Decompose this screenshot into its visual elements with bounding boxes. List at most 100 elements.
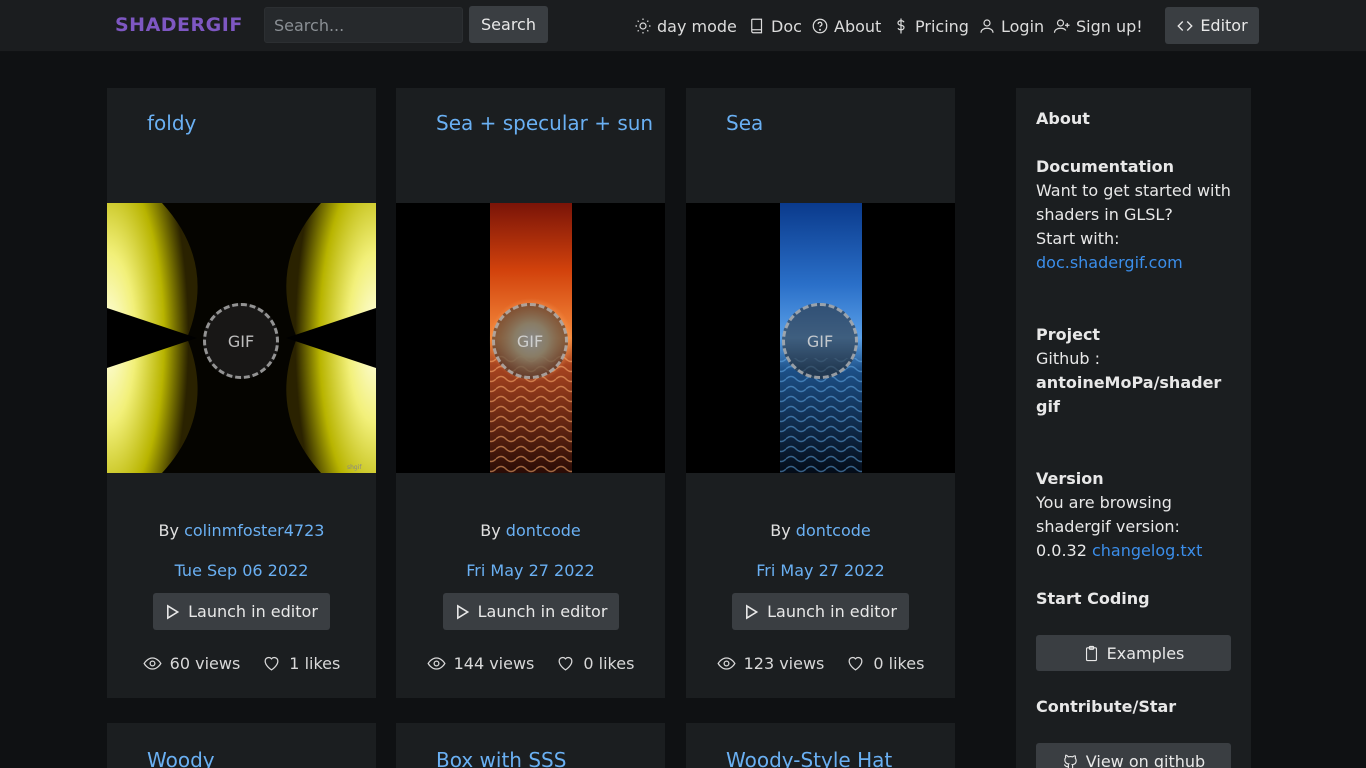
shader-preview-image[interactable]: shgif GIF <box>107 203 376 473</box>
sun-icon <box>635 18 651 34</box>
view-on-github-button[interactable]: View on github <box>1036 743 1231 768</box>
search-input[interactable] <box>264 7 463 43</box>
search-button[interactable]: Search <box>469 6 548 43</box>
by-prefix: By <box>158 521 179 540</box>
examples-button[interactable]: Examples <box>1036 635 1231 671</box>
nav-doc-link[interactable]: Doc <box>748 16 802 36</box>
dollar-icon <box>897 18 905 34</box>
likes-count: 1 likes <box>289 654 341 673</box>
shader-title-link[interactable]: Box with SSS <box>436 748 566 768</box>
heart-icon[interactable] <box>262 654 281 673</box>
nav-about-link[interactable]: About <box>811 16 881 36</box>
shader-card: Woody-Style Hat <box>686 723 955 768</box>
shader-title-link[interactable]: Sea + specular + sun <box>436 111 653 135</box>
repo-name-line: gif <box>1036 397 1060 416</box>
shader-title-link[interactable]: Woody <box>147 748 215 768</box>
version-line: 0.0.32 changelog.txt <box>1036 539 1202 563</box>
shader-title-link[interactable]: Woody-Style Hat <box>726 748 892 768</box>
eye-icon <box>427 657 446 670</box>
shader-stats: 123 views 0 likes <box>686 654 955 673</box>
launch-in-editor-button[interactable]: Launch in editor <box>153 593 330 630</box>
changelog-link[interactable]: changelog.txt <box>1092 541 1202 560</box>
author-line: By dontcode <box>686 521 955 540</box>
github-label: Github : <box>1036 349 1101 368</box>
heart-icon[interactable] <box>556 654 575 673</box>
editor-button[interactable]: Editor <box>1165 7 1259 44</box>
launch-label: Launch in editor <box>188 602 318 621</box>
nav-login-link[interactable]: Login <box>978 16 1044 36</box>
about-label: About <box>834 16 882 36</box>
launch-label: Launch in editor <box>767 602 897 621</box>
gif-badge-icon: GIF <box>492 303 568 379</box>
launch-in-editor-button[interactable]: Launch in editor <box>732 593 909 630</box>
shader-date: Fri May 27 2022 <box>466 561 595 580</box>
author-link[interactable]: colinmfoster4723 <box>184 521 324 540</box>
doc-label: Doc <box>771 16 802 36</box>
nav-pricing-link[interactable]: Pricing <box>892 16 969 36</box>
doc-site-link[interactable]: doc.shadergif.com <box>1036 251 1183 275</box>
shader-preview-image[interactable]: GIF <box>396 203 665 473</box>
version-number: 0.0.32 <box>1036 541 1087 560</box>
top-navbar: SHADERGIF Search day mode Doc About Pric… <box>0 0 1366 52</box>
views-count: 144 views <box>453 654 535 673</box>
launch-in-editor-button[interactable]: Launch in editor <box>443 593 619 630</box>
views-count: 60 views <box>169 654 241 673</box>
doc-text-line: Start with: <box>1036 229 1120 248</box>
shader-card: Sea GIF By dontcode Fri May 27 2022 Laun… <box>686 88 955 698</box>
nav-signup-link[interactable]: Sign up! <box>1053 16 1143 36</box>
shader-stats: 144 views 0 likes <box>396 654 665 673</box>
by-prefix: By <box>480 521 501 540</box>
likes-count: 0 likes <box>583 654 635 673</box>
start-coding-heading: Start Coding <box>1036 589 1150 608</box>
author-link[interactable]: dontcode <box>506 521 581 540</box>
shader-title-link[interactable]: foldy <box>147 111 196 135</box>
shader-preview-image[interactable]: GIF <box>686 203 955 473</box>
eye-icon <box>143 657 162 670</box>
examples-label: Examples <box>1106 643 1185 663</box>
shader-card: Box with SSS <box>396 723 665 768</box>
doc-text-line: shaders in GLSL? <box>1036 205 1173 224</box>
user-icon <box>980 19 994 33</box>
author-link[interactable]: dontcode <box>796 521 871 540</box>
user-plus-icon <box>1053 19 1070 33</box>
views-count: 123 views <box>743 654 825 673</box>
author-line: By colinmfoster4723 <box>107 521 376 540</box>
play-icon <box>167 603 180 620</box>
shader-stats: 60 views 1 likes <box>107 654 376 673</box>
shader-card: foldy shgif GIF By colinmfoster4723 Tue … <box>107 88 376 698</box>
view-github-label: View on github <box>1085 751 1206 768</box>
doc-text-line: Want to get started with <box>1036 181 1231 200</box>
signup-label: Sign up! <box>1076 16 1143 36</box>
eye-icon <box>717 657 736 670</box>
version-heading: Version <box>1036 469 1104 488</box>
documentation-heading: Documentation <box>1036 157 1175 176</box>
clipboard-icon <box>1085 645 1097 661</box>
github-icon <box>1063 754 1077 768</box>
question-circle-icon <box>812 18 828 34</box>
shader-title-link[interactable]: Sea <box>726 111 763 135</box>
project-heading: Project <box>1036 325 1101 344</box>
likes-count: 0 likes <box>873 654 925 673</box>
version-text-line: You are browsing <box>1036 493 1172 512</box>
editor-label: Editor <box>1200 16 1248 35</box>
heart-icon[interactable] <box>846 654 865 673</box>
info-sidebar: About Documentation Want to get started … <box>1016 88 1251 768</box>
repo-name-line: antoineMoPa/shader <box>1036 373 1222 392</box>
play-icon <box>456 603 469 620</box>
day-mode-label: day mode <box>657 16 737 36</box>
code-icon <box>1177 20 1194 31</box>
author-line: By dontcode <box>396 521 665 540</box>
book-icon <box>751 18 763 34</box>
shader-card: Sea + specular + sun GIF By dontcode Fri… <box>396 88 665 698</box>
shader-date: Fri May 27 2022 <box>756 561 885 580</box>
svg-text:shgif: shgif <box>347 464 362 471</box>
version-text-line: shadergif version: <box>1036 517 1180 536</box>
login-label: Login <box>1001 16 1045 36</box>
about-heading: About <box>1036 109 1090 128</box>
day-mode-toggle[interactable]: day mode <box>634 16 737 36</box>
shader-card: Woody <box>107 723 376 768</box>
brand-logo[interactable]: SHADERGIF <box>115 14 243 36</box>
pricing-label: Pricing <box>915 16 969 36</box>
play-icon <box>746 603 759 620</box>
shader-date: Tue Sep 06 2022 <box>174 561 309 580</box>
